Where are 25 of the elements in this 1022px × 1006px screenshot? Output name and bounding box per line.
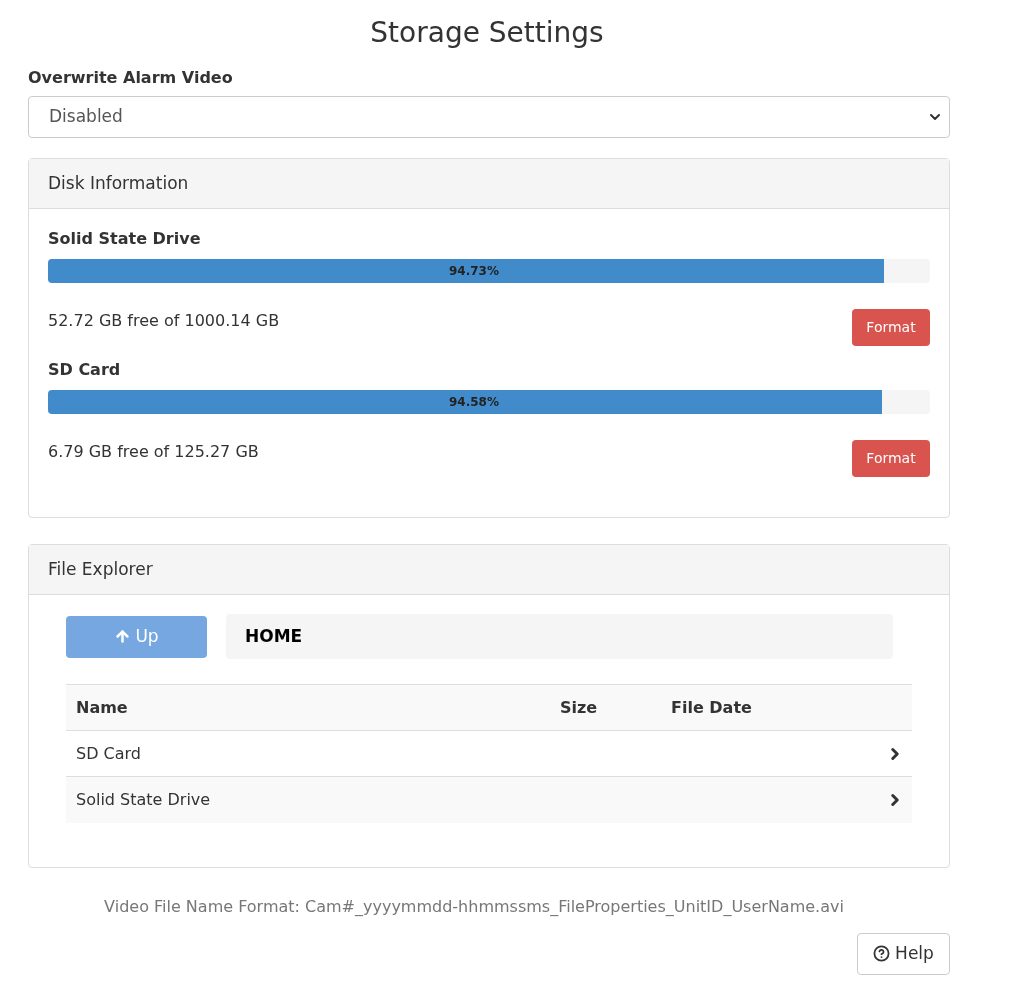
drive-name: SD Card (48, 359, 121, 381)
progress-reading: 94.58% (448, 394, 500, 411)
column-header: Size (550, 684, 661, 731)
drive-free-space: 52.72 GB free of 1000.14 GB (48, 310, 280, 332)
format-button[interactable]: Format (852, 309, 930, 346)
panel-title: File Explorer (48, 557, 153, 581)
page-title: Storage Settings (370, 15, 604, 51)
progress-reading: 94.73% (448, 263, 500, 280)
column-header: File Date (661, 684, 872, 731)
overwrite-select[interactable]: Disabled (28, 96, 950, 138)
table-cell: Solid State Drive (66, 776, 550, 823)
drive-free-space: 6.79 GB free of 125.27 GB (48, 441, 259, 463)
folder-row[interactable]: SD Card (66, 730, 912, 777)
table-cell: SD Card (66, 730, 550, 777)
folder-row[interactable]: Solid State Drive (66, 776, 912, 823)
format-button[interactable]: Format (852, 440, 930, 477)
help-button[interactable]: Help (857, 932, 950, 975)
path-field: HOME (226, 614, 893, 659)
column-header: Name (66, 684, 550, 731)
field-label: Overwrite Alarm Video (28, 67, 233, 89)
drive-name: Solid State Drive (48, 228, 201, 250)
file-name-format-note: Video File Name Format: Cam#_yyyymmdd-hhmmssms_FileProperties_UnitID_UserName.avi (104, 895, 844, 918)
panel-title: Disk Information (48, 171, 189, 195)
help-icon (873, 945, 891, 962)
arrow-up-icon (114, 628, 132, 645)
